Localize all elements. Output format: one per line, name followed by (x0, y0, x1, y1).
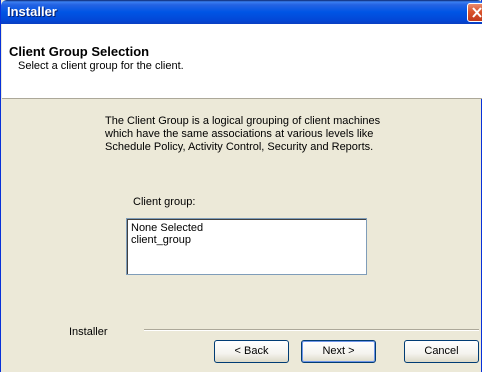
description-line: Schedule Policy, Activity Control, Secur… (105, 141, 374, 153)
description-line: which have the same associations at vari… (105, 128, 374, 140)
cancel-button[interactable]: Cancel (404, 340, 479, 363)
page-subtitle: Select a client group for the client. (18, 60, 184, 72)
window-title: Installer (7, 4, 57, 19)
close-icon (472, 7, 482, 18)
list-item-client-group[interactable]: client_group (131, 234, 191, 246)
page-title: Client Group Selection (9, 44, 150, 59)
footer-separator-label: Installer (69, 326, 108, 338)
back-button[interactable]: < Back (214, 340, 289, 363)
list-item-none-selected[interactable]: None Selected (131, 222, 203, 234)
description-text: The Client Group is a logical grouping o… (105, 115, 395, 154)
next-button[interactable]: Next > (301, 340, 376, 363)
title-bar: Installer (1, 0, 482, 24)
description-line: The Client Group is a logical grouping o… (105, 115, 381, 127)
close-button[interactable] (467, 3, 482, 22)
client-group-label: Client group: (133, 196, 196, 208)
client-group-listbox[interactable]: None Selected client_group (126, 218, 367, 275)
footer-separator-line (144, 329, 479, 331)
header-panel: Client Group Selection Select a client g… (2, 24, 482, 99)
installer-window: Installer Client Group Selection Select … (0, 0, 482, 372)
